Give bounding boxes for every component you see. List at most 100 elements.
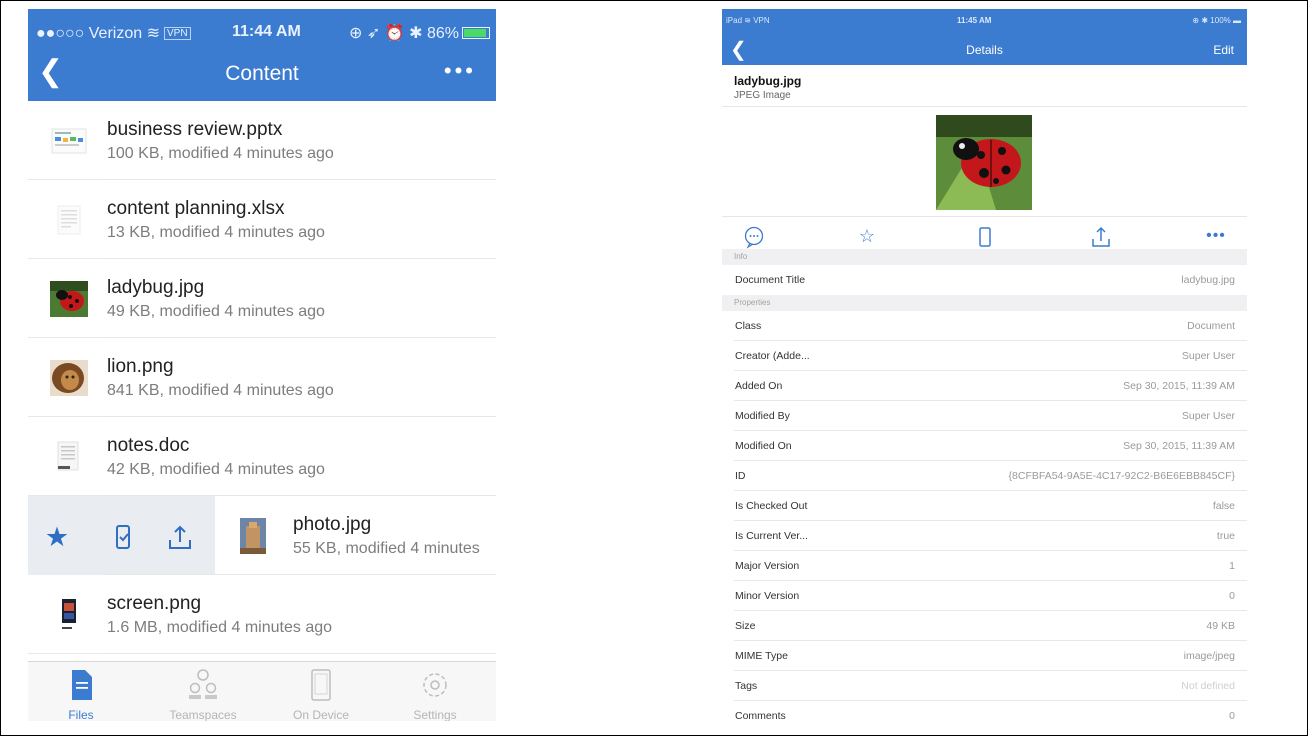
property-row: Added On Sep 30, 2015, 11:39 AM: [722, 371, 1247, 401]
tab-label: Teamspaces: [169, 708, 237, 721]
property-value: Sep 30, 2015, 11:39 AM: [1123, 380, 1235, 392]
section-header-info: Info: [722, 249, 1247, 265]
property-row: Class Document: [722, 311, 1247, 341]
file-meta: 100 KB, modified 4 minutes ago: [107, 145, 334, 162]
property-row: MIME Type image/jpeg: [722, 641, 1247, 671]
list-item[interactable]: content planning.xlsx 13 KB, modified 4 …: [28, 180, 496, 259]
carrier-label: ●●○○○ Verizon: [36, 25, 143, 42]
files-icon: [72, 670, 92, 700]
property-key: Tags: [735, 680, 758, 692]
status-bar: ●●○○○ Verizon ≋ VPN 11:44 AM ⊕ ➶ ⏰ ✱ 86%: [28, 9, 496, 49]
battery-percent: 86%: [426, 25, 459, 42]
favorite-star-icon[interactable]: ★: [42, 522, 72, 552]
share-icon[interactable]: [1089, 225, 1113, 249]
file-meta: 55 KB, modified 4 minutes: [293, 540, 480, 557]
battery-percent: 100%: [1210, 16, 1231, 25]
tab-on-device[interactable]: On Device: [276, 668, 366, 721]
section-header-properties: Properties: [722, 295, 1247, 311]
device-icon: [311, 669, 331, 701]
property-key: Modified On: [735, 440, 792, 452]
property-key: Size: [735, 620, 756, 632]
list-item[interactable]: screen.png 1.6 MB, modified 4 minutes ag…: [28, 575, 496, 654]
property-value: {8CFBFA54-9A5E-4C17-92C2-B6E6EBB845CF}: [1008, 470, 1235, 482]
tab-label: Files: [68, 708, 94, 721]
property-key: Added On: [735, 380, 783, 392]
property-key: Is Checked Out: [735, 500, 808, 512]
file-meta: 1.6 MB, modified 4 minutes ago: [107, 619, 333, 636]
tab-label: Settings: [413, 708, 457, 721]
file-meta: 13 KB, modified 4 minutes ago: [107, 224, 325, 241]
file-header: ladybug.jpg JPEG Image: [722, 65, 1247, 107]
screen-thumbnail: [62, 599, 76, 629]
wifi-icon: ≋: [146, 25, 160, 42]
property-row: Is Current Ver... true: [722, 521, 1247, 551]
file-name: screen.png: [107, 593, 202, 614]
comment-icon[interactable]: [742, 225, 766, 249]
property-value: 0: [1229, 710, 1235, 721]
device-label: iPad: [726, 16, 743, 25]
list-item[interactable]: lion.png 841 KB, modified 4 minutes ago: [28, 338, 496, 417]
download-to-device-icon[interactable]: [108, 522, 138, 552]
lock-rotation-icon: ⊕: [349, 25, 363, 42]
property-key: Creator (Adde...: [735, 350, 810, 362]
file-name: notes.doc: [107, 435, 190, 456]
tab-settings[interactable]: Settings: [390, 668, 480, 721]
list-item[interactable]: notes.doc 42 KB, modified 4 minutes ago: [28, 417, 496, 496]
property-row: Creator (Adde... Super User: [722, 341, 1247, 371]
status-time: 11:44 AM: [232, 23, 301, 40]
property-value: 1: [1229, 560, 1235, 572]
property-row: ID {8CFBFA54-9A5E-4C17-92C2-B6E6EBB845CF}: [722, 461, 1247, 491]
property-row: Is Checked Out false: [722, 491, 1247, 521]
property-key: Modified By: [735, 410, 790, 422]
page-title: Details: [966, 43, 1003, 57]
property-row: Comments 0: [722, 701, 1247, 721]
property-value: true: [1216, 530, 1235, 542]
download-to-device-icon[interactable]: [973, 225, 997, 249]
vpn-badge: VPN: [753, 16, 770, 25]
list-item[interactable]: ladybug.jpg 49 KB, modified 4 minutes ag…: [28, 259, 496, 338]
nav-bar: ❮ Details Edit: [722, 33, 1247, 65]
property-value: Sep 30, 2015, 11:39 AM: [1123, 440, 1235, 452]
file-name: photo.jpg: [293, 514, 372, 535]
image-preview: [722, 107, 1247, 217]
edit-button[interactable]: Edit: [1213, 43, 1234, 57]
favorite-star-icon[interactable]: ☆: [855, 225, 879, 249]
more-options-button[interactable]: •••: [1204, 225, 1228, 249]
property-value: Super User: [1181, 410, 1235, 422]
property-value: ladybug.jpg: [1181, 274, 1235, 286]
tablet-screen: iPad ≋ VPN 11:45 AM ⊕ ✱ 100% ▬ ❮ Details…: [722, 9, 1247, 721]
file-meta: 841 KB, modified 4 minutes ago: [107, 382, 334, 399]
file-name: business review.pptx: [107, 119, 283, 140]
tab-files[interactable]: Files: [36, 668, 126, 721]
nav-bar: ❮ Content •••: [28, 49, 496, 101]
property-value: 49 KB: [1206, 620, 1235, 632]
tab-teamspaces[interactable]: Teamspaces: [158, 668, 248, 721]
property-key: ID: [735, 470, 746, 482]
page-title: Content: [225, 62, 299, 85]
tab-bar: Files Teamspaces On Device Settings: [28, 661, 496, 721]
property-key: Class: [735, 320, 762, 332]
file-name: content planning.xlsx: [107, 198, 285, 219]
file-name: lion.png: [107, 356, 174, 377]
list-item[interactable]: business review.pptx 100 KB, modified 4 …: [28, 101, 496, 180]
wifi-icon: ≋: [744, 16, 751, 25]
teamspaces-icon: [189, 669, 217, 699]
property-row: Modified By Super User: [722, 401, 1247, 431]
location-icon: ➶: [366, 25, 381, 42]
spreadsheet-icon: [57, 205, 81, 235]
property-row: Tags Not defined: [722, 671, 1247, 701]
property-value: false: [1212, 500, 1235, 512]
property-key: MIME Type: [735, 650, 788, 662]
more-options-button[interactable]: •••: [444, 58, 476, 84]
list-item-swiped[interactable]: ★ photo.jpg 55 KB, modified 4 minutes: [28, 496, 496, 575]
property-key: Document Title: [735, 274, 806, 286]
ladybug-image[interactable]: [936, 115, 1032, 210]
file-name: ladybug.jpg: [107, 277, 205, 298]
battery-icon: ▬: [1233, 16, 1241, 25]
properties-list: Class Document Creator (Adde... Super User…: [722, 311, 1247, 721]
phone-screen: ●●○○○ Verizon ≋ VPN 11:44 AM ⊕ ➶ ⏰ ✱ 86% …: [28, 9, 496, 721]
property-key: Is Current Ver...: [735, 530, 808, 542]
share-icon[interactable]: [165, 522, 195, 552]
presentation-icon: [51, 128, 87, 154]
property-key: Comments: [735, 710, 786, 721]
